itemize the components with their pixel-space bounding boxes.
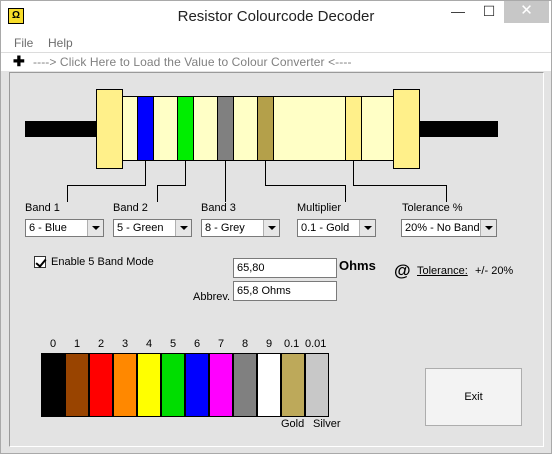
band1-connector [67, 185, 68, 202]
colour-swatch-label: 0 [50, 338, 57, 350]
band2-connector [185, 161, 186, 186]
multiplier-label: Multiplier [297, 202, 342, 214]
exit-button[interactable]: Exit [425, 368, 522, 426]
app-window: Ω Resistor Colourcode Decoder — ☐ ✕ File… [0, 0, 552, 454]
band2-label: Band 2 [113, 202, 148, 214]
colour-swatch [257, 353, 281, 417]
band3-value: 8 - Grey [205, 222, 245, 234]
band1-stripe[interactable] [137, 96, 154, 161]
multiplier-connector [345, 185, 346, 202]
gold-label: Gold [281, 418, 305, 430]
menu-help[interactable]: Help [48, 36, 73, 50]
menu-bar: File Help [1, 33, 551, 53]
colour-swatch-label: 0.01 [305, 338, 327, 350]
colour-swatch [113, 353, 137, 417]
ohms-unit-label: Ohms [339, 258, 376, 273]
band2-connector [157, 185, 158, 202]
tolerance-result-value: +/- 20% [475, 265, 514, 277]
chevron-down-icon[interactable] [175, 220, 191, 236]
menu-file[interactable]: File [14, 36, 33, 50]
maximize-button[interactable]: ☐ [475, 1, 503, 23]
band3-select[interactable]: 8 - Grey [201, 219, 280, 237]
close-button[interactable]: ✕ [504, 1, 549, 23]
band2-value: 5 - Green [117, 222, 164, 234]
resistor-cap-right [393, 89, 420, 169]
band1-value: 6 - Blue [29, 222, 67, 234]
tolerance-result-label: Tolerance: [417, 265, 468, 277]
chevron-down-icon[interactable] [480, 220, 496, 236]
tolerance-connector [353, 185, 446, 186]
tolerance-value: 20% - No Band [405, 222, 480, 234]
colour-swatch [89, 353, 113, 417]
colour-swatch-label: 1 [74, 338, 81, 350]
band3-connector [225, 161, 226, 202]
colour-swatch-label: 8 [242, 338, 249, 350]
chevron-down-icon[interactable] [263, 220, 279, 236]
tolerance-stripe[interactable] [345, 96, 362, 161]
ohms-value: 65,80 [237, 262, 265, 274]
ohms-value-field[interactable]: 65,80 [233, 258, 337, 278]
abbrev-value: 65,8 Ohms [237, 285, 291, 297]
colour-swatch-label: 7 [218, 338, 225, 350]
title-bar: Ω Resistor Colourcode Decoder — ☐ ✕ [1, 1, 551, 33]
colour-swatch-label: 9 [266, 338, 273, 350]
load-converter-bar[interactable]: ✚ ----> Click Here to Load the Value to … [1, 53, 551, 71]
chevron-down-icon[interactable] [87, 220, 103, 236]
load-converter-link[interactable]: ----> Click Here to Load the Value to Co… [33, 55, 352, 69]
colour-swatch [65, 353, 89, 417]
colour-swatch-label: 5 [170, 338, 177, 350]
resistor-lead-left [25, 121, 100, 137]
tolerance-select[interactable]: 20% - No Band [401, 219, 497, 237]
band2-connector [157, 185, 186, 186]
abbrev-value-field[interactable]: 65,8 Ohms [233, 281, 337, 301]
colour-swatch-label: 0.1 [284, 338, 300, 350]
multiplier-connector [265, 161, 266, 186]
at-icon: @ [394, 261, 411, 280]
multiplier-value: 0.1 - Gold [301, 222, 350, 234]
colour-swatch [137, 353, 161, 417]
band1-select[interactable]: 6 - Blue [25, 219, 104, 237]
colour-swatch [281, 353, 305, 417]
resistor-lead-right [418, 121, 498, 137]
chevron-down-icon[interactable] [359, 220, 375, 236]
band1-connector [67, 185, 146, 186]
tolerance-label: Tolerance % [402, 202, 463, 214]
band3-label: Band 3 [201, 202, 236, 214]
multiplier-select[interactable]: 0.1 - Gold [297, 219, 376, 237]
band2-stripe[interactable] [177, 96, 194, 161]
colour-swatch [41, 353, 65, 417]
resistor-cap-left [96, 89, 123, 169]
band2-select[interactable]: 5 - Green [113, 219, 192, 237]
colour-swatch [161, 353, 185, 417]
five-band-label[interactable]: Enable 5 Band Mode [51, 256, 154, 268]
tolerance-connector [446, 185, 447, 202]
tolerance-connector [353, 161, 354, 186]
colour-swatch-label: 2 [98, 338, 105, 350]
band1-connector [145, 161, 146, 186]
colour-swatch [233, 353, 257, 417]
multiplier-stripe[interactable] [257, 96, 274, 161]
colour-swatch [209, 353, 233, 417]
abbrev-label: Abbrev. [193, 291, 231, 303]
plus-icon[interactable]: ✚ [13, 54, 25, 68]
minimize-button[interactable]: — [441, 1, 475, 23]
band1-label: Band 1 [25, 202, 60, 214]
colour-swatch-label: 4 [146, 338, 153, 350]
colour-swatch [305, 353, 329, 417]
colour-swatch-label: 6 [194, 338, 201, 350]
colour-swatch-label: 3 [122, 338, 129, 350]
band3-stripe[interactable] [217, 96, 234, 161]
colour-swatch [185, 353, 209, 417]
silver-label: Silver [313, 418, 341, 430]
five-band-checkbox[interactable] [34, 256, 46, 268]
multiplier-connector [265, 185, 345, 186]
